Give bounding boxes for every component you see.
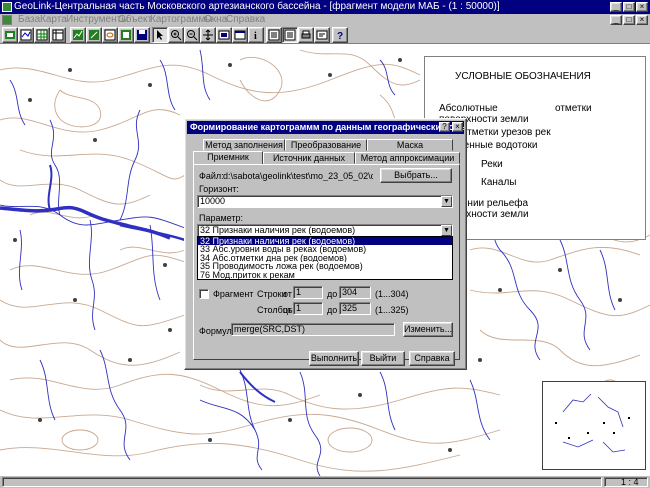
run-button[interactable]: Выполнить xyxy=(309,351,359,366)
view-map-icon[interactable] xyxy=(282,27,298,43)
menu-item-object[interactable]: Объект xyxy=(118,14,152,25)
rows-from-label: от xyxy=(283,289,292,299)
layers-icon[interactable] xyxy=(18,27,34,43)
status-scale-pane: 1 : 4 xyxy=(604,477,648,487)
tab-transformation[interactable]: Преобразование xyxy=(285,139,367,151)
toolbar: i ? xyxy=(0,26,650,44)
parameter-option[interactable]: 33 Абс.уровни воды в реках (водоемов) xyxy=(198,245,452,253)
svg-text:?: ? xyxy=(337,31,343,41)
view-list-icon[interactable] xyxy=(266,27,282,43)
cols-from-input[interactable]: 1 xyxy=(293,302,323,315)
title-bar: GeoLink-Центральная часть Московского ар… xyxy=(0,0,650,14)
parameter-dropdown-icon[interactable]: ▼ xyxy=(441,225,452,236)
tab-fill-method[interactable]: Метод заполнения xyxy=(203,139,285,151)
dialog-title-bar: Формирование картограммм по данным геогр… xyxy=(187,121,464,134)
print-icon[interactable] xyxy=(298,27,314,43)
rows-to-input[interactable]: 304 xyxy=(339,286,371,299)
minimize-button[interactable]: _ xyxy=(610,2,622,12)
chart-icon[interactable] xyxy=(70,27,86,43)
preview-icon[interactable] xyxy=(314,27,330,43)
cols-from-label: от xyxy=(283,305,292,315)
dialog-close-button[interactable]: × xyxy=(452,122,463,132)
legend-title: УСЛОВНЫЕ ОБОЗНАЧЕНИЯ xyxy=(455,71,591,82)
rows-range: (1...304) xyxy=(375,289,409,299)
cols-range: (1...325) xyxy=(375,305,409,315)
table-icon[interactable] xyxy=(50,27,66,43)
svg-text:i: i xyxy=(254,31,257,41)
formula-input[interactable]: merge(SRC,DST) xyxy=(231,323,395,336)
parameter-option[interactable]: 76 Мод.приток к рекам xyxy=(198,271,452,279)
tab-receiver[interactable]: Приемник xyxy=(193,151,263,164)
file-path: d:\sabota\geolink\test\mo_23_05_02\commo… xyxy=(223,171,373,181)
status-scale: 1 : 4 xyxy=(621,477,639,487)
mdi-close-button[interactable]: × xyxy=(636,15,648,25)
zoom-out-icon[interactable] xyxy=(184,27,200,43)
maximize-button[interactable]: □ xyxy=(623,2,635,12)
zoom-in-icon[interactable] xyxy=(168,27,184,43)
close-button[interactable]: × xyxy=(636,2,648,12)
pan-icon[interactable] xyxy=(200,27,216,43)
exit-button[interactable]: Выйти xyxy=(361,351,405,366)
window-icon[interactable] xyxy=(232,27,248,43)
legend-item-rivers: Реки xyxy=(481,159,503,170)
parameter-label: Параметр: xyxy=(199,213,244,223)
menu-item-base[interactable]: База xyxy=(18,14,40,25)
legend-item-canals: Каналы xyxy=(481,177,517,188)
menu-item-help[interactable]: Справка xyxy=(226,14,265,25)
file-label: Файл: xyxy=(199,171,224,181)
horizon-label: Горизонт: xyxy=(199,184,239,194)
legend-item-marks: отметки xyxy=(555,103,592,114)
horizon-dropdown-icon[interactable]: ▼ xyxy=(441,196,452,207)
mdi-minimize-button[interactable]: _ xyxy=(610,15,622,25)
app-icon[interactable] xyxy=(2,2,12,12)
edit-chart-icon[interactable] xyxy=(86,27,102,43)
mdi-restore-button[interactable]: □ xyxy=(623,15,635,25)
menu-item-windows[interactable]: Окна xyxy=(204,14,227,25)
parameter-option-selected[interactable]: 32 Признаки наличия рек (водоемов) xyxy=(198,237,452,246)
overview-drawing xyxy=(549,388,639,464)
cols-to-label: до xyxy=(327,305,338,315)
status-message-pane xyxy=(2,477,602,487)
fragment-label: Фрагмент xyxy=(213,289,254,299)
pointer-icon[interactable] xyxy=(152,27,168,43)
change-formula-button[interactable]: Изменить... xyxy=(403,322,453,337)
rows-to-label: до xyxy=(327,289,338,299)
menu-item-map[interactable]: Карта xyxy=(40,14,67,25)
full-extent-icon[interactable] xyxy=(216,27,232,43)
tab-data-source[interactable]: Источник данных xyxy=(263,152,355,164)
dialog-help-text-button[interactable]: Справка xyxy=(409,351,455,366)
parameter-option[interactable]: 34 Абс.отметки дна рек (водоемов) xyxy=(198,254,452,262)
window-title: GeoLink-Центральная часть Московского ар… xyxy=(14,1,500,12)
horizon-select[interactable]: 10000 ▼ xyxy=(197,195,453,208)
save-icon[interactable] xyxy=(134,27,150,43)
tab-approximation-method[interactable]: Метод аппроксимации xyxy=(355,152,460,164)
dialog-help-button[interactable]: ? xyxy=(439,122,450,132)
help-icon[interactable]: ? xyxy=(332,27,348,43)
browse-button[interactable]: Выбрать... xyxy=(380,168,452,183)
menu-bar: База Карта Инструменты Объект Картограмм… xyxy=(0,14,650,26)
cols-to-input[interactable]: 325 xyxy=(339,302,371,315)
dialog-title: Формирование картограммм по данным геогр… xyxy=(190,122,464,132)
tab-mask[interactable]: Маска xyxy=(367,139,453,151)
rows-from-input[interactable]: 1 xyxy=(293,286,323,299)
parameter-options-list: 32 Признаки наличия рек (водоемов) 33 Аб… xyxy=(197,236,453,280)
parameter-option[interactable]: 35 Проводимость ложа рек (водоемов) xyxy=(198,262,452,270)
status-bar: 1 : 4 xyxy=(0,476,650,488)
open-map-icon[interactable] xyxy=(2,27,18,43)
export-icon[interactable] xyxy=(118,27,134,43)
overview-map[interactable] xyxy=(542,381,646,470)
doc-icon[interactable] xyxy=(2,15,12,25)
contour-icon[interactable] xyxy=(102,27,118,43)
cartogram-dialog: Формирование картограммм по данным геогр… xyxy=(184,118,467,370)
grid-icon[interactable] xyxy=(34,27,50,43)
legend-item-abs-marks: Абсолютные xyxy=(439,103,498,114)
info-icon[interactable]: i xyxy=(248,27,264,43)
fragment-checkbox[interactable] xyxy=(199,289,209,299)
